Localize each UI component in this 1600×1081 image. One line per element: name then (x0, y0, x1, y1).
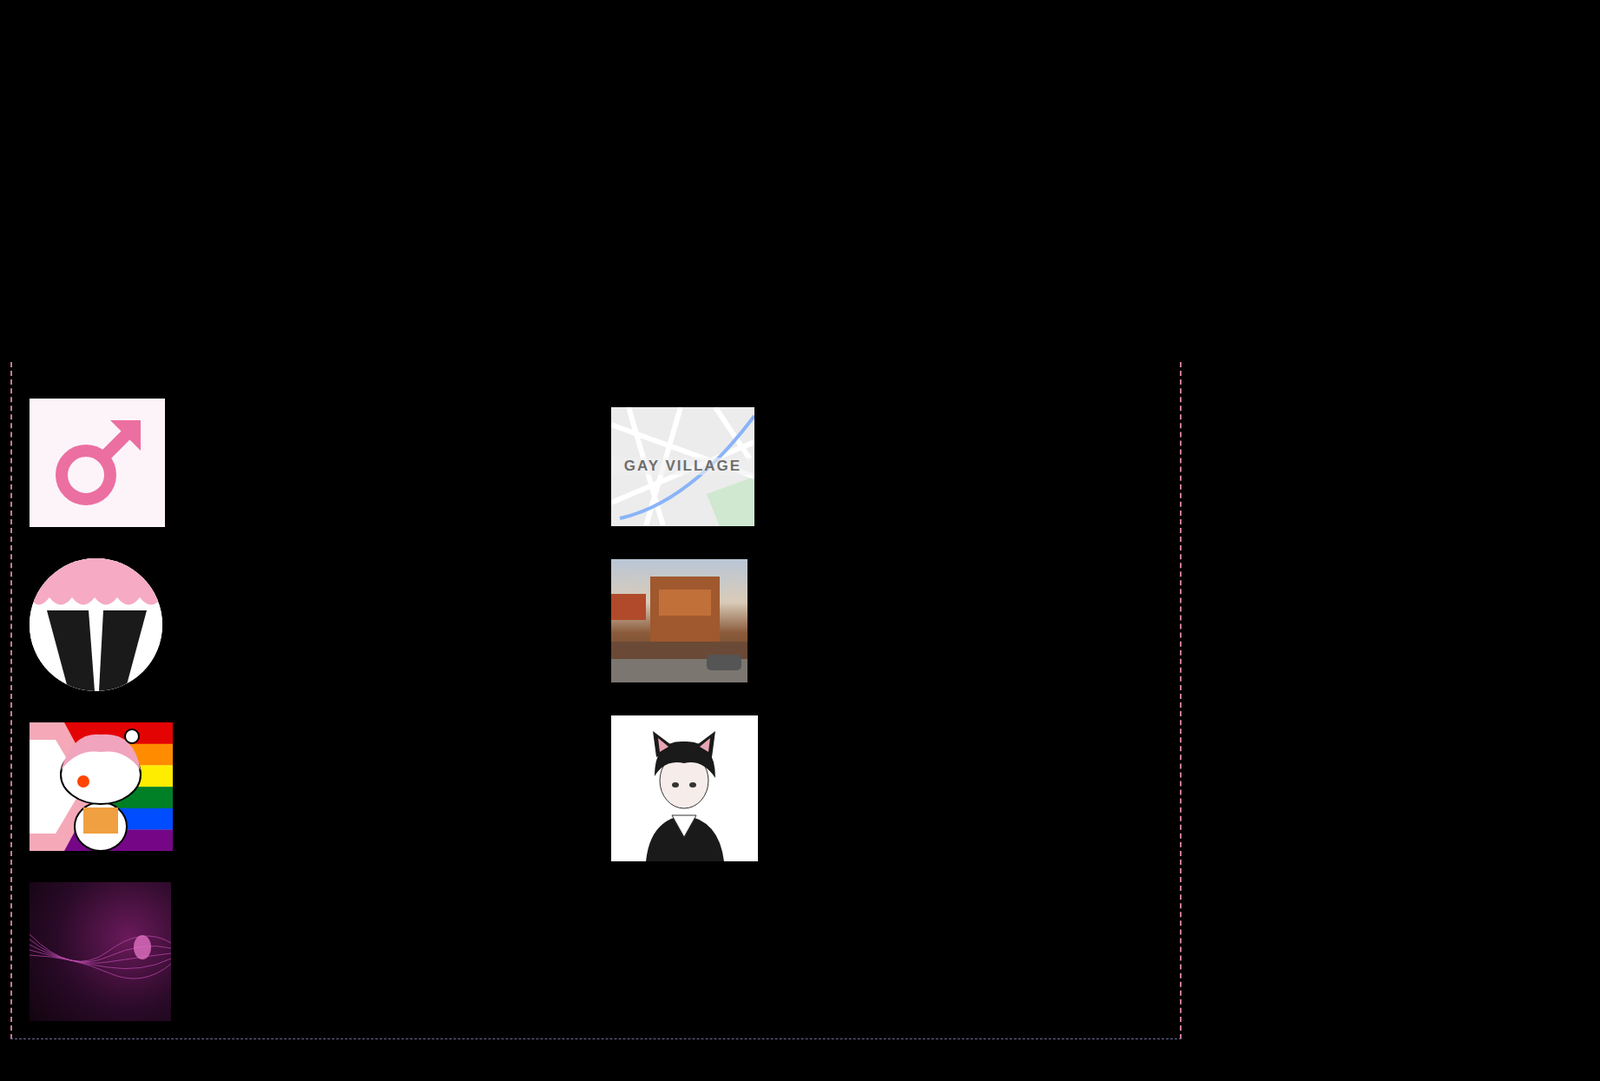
page: GAY VILLAGE (0, 0, 1600, 1081)
restaurant-icon (611, 559, 748, 683)
catboy-icon (611, 715, 758, 862)
male-symbol-icon (29, 398, 165, 527)
catboy-drawing (611, 715, 758, 862)
wave-icon (29, 882, 172, 1021)
restaurant-photo (611, 559, 748, 683)
male-symbol-image (29, 398, 165, 527)
stockings-icon (29, 558, 163, 692)
gallery-frame: GAY VILLAGE (10, 362, 1182, 1040)
left-column (29, 398, 173, 1039)
abstract-image (29, 882, 172, 1021)
snoo-icon (29, 722, 173, 851)
stockings-image (29, 558, 163, 692)
snoo-pride-image (29, 722, 173, 851)
map-label: GAY VILLAGE (611, 457, 755, 475)
map-image: GAY VILLAGE (611, 407, 755, 527)
right-column: GAY VILLAGE (611, 398, 758, 1039)
